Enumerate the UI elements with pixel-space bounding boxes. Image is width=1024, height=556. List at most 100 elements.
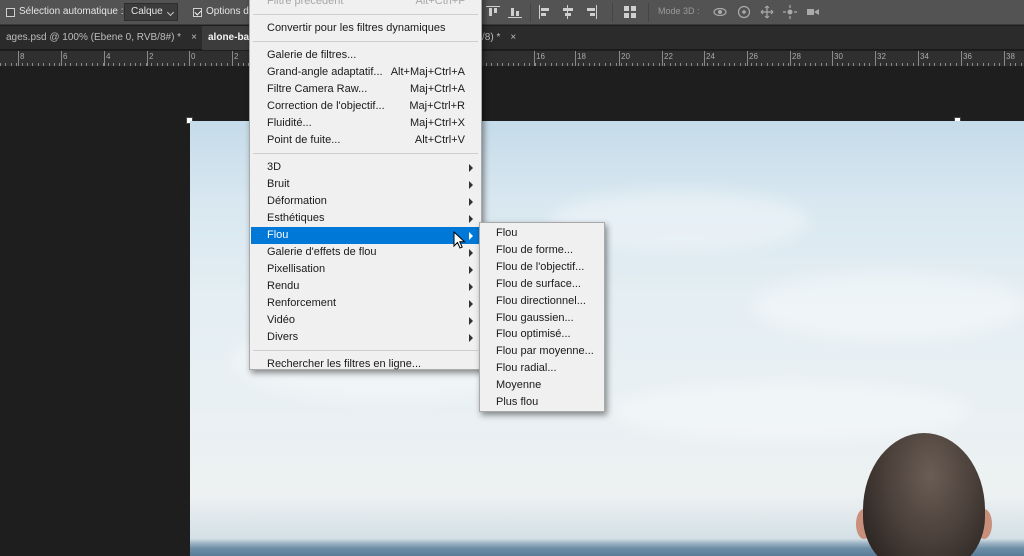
align-top-icon[interactable] [486,5,500,19]
ruler-tick [983,63,984,66]
ruler-tick [869,63,870,66]
submenu-item-flou-radial[interactable]: Flou radial... [481,360,603,377]
ruler-tick [599,63,600,66]
close-icon[interactable]: × [191,32,197,43]
menu-item-convertir-pour-les-filtres-dynamiques[interactable]: Convertir pour les filtres dynamiques [251,20,480,37]
menu-item-3d[interactable]: 3D [251,159,480,176]
menu-item-shortcut: Maj+Ctrl+A [409,83,465,95]
tab-label: /8) * [482,32,501,43]
ruler-tick [535,63,536,66]
submenu-item-label: Flou de surface... [496,277,581,290]
ruler-tick [135,63,136,66]
align-left-icon[interactable] [538,5,552,19]
ruler-tick [221,63,222,66]
menu-item-label: Galerie de filtres... [267,49,357,61]
toolbar-divider [648,3,649,22]
menu-item-label: Correction de l'objectif... [267,100,385,112]
menu-item-rechercher-les-filtres-en-ligne[interactable]: Rechercher les filtres en ligne... [251,356,480,373]
menu-item-fluidit[interactable]: Fluidité... Maj+Ctrl+X [251,115,480,132]
menu-item-label: Fluidité... [267,117,312,129]
ruler-major-tick [232,51,233,66]
submenu-item-label: Flou de l'objectif... [496,260,585,273]
menu-item-galerie-de-filtres[interactable]: Galerie de filtres... [251,47,480,64]
submenu-item-label: Flou radial... [496,362,557,375]
submenu-arrow-icon [469,300,473,308]
menu-item-pixellisation[interactable]: Pixellisation [251,261,480,278]
ruler-tick [0,63,1,66]
menu-item-vid-o[interactable]: Vidéo [251,312,480,329]
document-tab[interactable]: ages.psd @ 100% (Ebene 0, RVB/8#) * × [0,26,200,50]
close-icon[interactable]: × [510,32,516,43]
menu-item-divers[interactable]: Divers [251,329,480,346]
ruler-tick [637,63,638,66]
submenu-item-flou-gaussien[interactable]: Flou gaussien... [481,310,603,327]
ruler-tick [653,63,654,66]
ruler-tick [680,63,681,66]
ruler-tick [86,63,87,66]
menu-item-label: Point de fuite... [267,134,341,146]
ruler-tick [999,63,1000,66]
horizontal-ruler[interactable]: 8 6 4 2 0 2 16 18 20 22 24 26 28 30 32 34 36 38 [0,51,1024,67]
align-hcenter-icon[interactable] [561,5,575,19]
ruler-tick [788,63,789,66]
menu-item-correction-de-l-objectif[interactable]: Correction de l'objectif... Maj+Ctrl+R [251,98,480,115]
ruler-tick [718,63,719,66]
align-right-icon[interactable] [584,5,598,19]
ruler-tick [97,63,98,66]
submenu-item-moyenne[interactable]: Moyenne [481,377,603,394]
ruler-major-tick [832,51,833,66]
ruler-tick [205,63,206,66]
align-bottom-icon[interactable] [508,5,522,19]
scale-3d-icon[interactable] [806,5,820,19]
submenu-item-flou-de-forme[interactable]: Flou de forme... [481,242,603,259]
transform-options-checkbox[interactable] [193,8,202,17]
menu-item-point-de-fuite[interactable]: Point de fuite... Alt+Ctrl+V [251,132,480,149]
ruler-tick [551,63,552,66]
menu-item-label: Esthétiques [267,212,325,224]
ruler-major-tick [918,51,919,66]
menu-item-rendu[interactable]: Rendu [251,278,480,295]
menu-item-flou[interactable]: Flou [251,227,480,244]
menu-item-galerie-d-effets-de-flou[interactable]: Galerie d'effets de flou [251,244,480,261]
menu-item-filtre-camera-raw[interactable]: Filtre Camera Raw... Maj+Ctrl+A [251,81,480,98]
distribute-icon[interactable] [623,5,637,19]
submenu-item-flou-de-l-objectif[interactable]: Flou de l'objectif... [481,259,603,276]
ruler-tick [194,63,195,66]
submenu-item-flou[interactable]: Flou [481,225,603,242]
mode3d-label: Mode 3D : [658,6,700,16]
ruler-tick [524,63,525,66]
pan-3d-icon[interactable] [760,5,774,19]
ruler-tick [173,63,174,66]
menu-item-grand-angle-adaptatif[interactable]: Grand-angle adaptatif... Alt+Maj+Ctrl+A [251,64,480,81]
tab-label: ages.psd @ 100% (Ebene 0, RVB/8#) * [6,32,182,43]
orbit-3d-icon[interactable] [713,5,727,19]
menu-item-d-formation[interactable]: Déformation [251,193,480,210]
ruler-label: 26 [749,52,758,61]
ruler-tick [589,63,590,66]
blur-submenu: Flou Flou de forme... Flou de l'objectif..… [479,222,605,412]
submenu-item-flou-optimis[interactable]: Flou optimisé... [481,326,603,343]
ruler-tick [513,63,514,66]
layer-select-dropdown[interactable]: Calque [124,3,178,21]
submenu-item-plus-flou[interactable]: Plus flou [481,394,603,411]
ruler-label: 22 [664,52,673,61]
menu-item-filtre-pr-c-dent[interactable]: Filtre précédent Alt+Ctrl+F [251,0,480,10]
ruler-tick [815,63,816,66]
document-tab[interactable]: /8) * × [476,26,528,50]
submenu-item-flou-directionnel[interactable]: Flou directionnel... [481,293,603,310]
ruler-tick [211,63,212,66]
menu-item-bruit[interactable]: Bruit [251,176,480,193]
ruler-tick [11,63,12,66]
slide-3d-icon[interactable] [783,5,797,19]
ruler-tick [1015,63,1016,66]
submenu-item-flou-par-moyenne[interactable]: Flou par moyenne... [481,343,603,360]
submenu-item-flou-de-surface[interactable]: Flou de surface... [481,276,603,293]
menu-item-renforcement[interactable]: Renforcement [251,295,480,312]
submenu-item-label: Flou de forme... [496,243,574,256]
auto-select-checkbox[interactable] [6,8,15,17]
menu-item-label: Déformation [267,195,327,207]
ruler-tick [896,63,897,66]
menu-item-esth-tiques[interactable]: Esthétiques [251,210,480,227]
ruler-label: 28 [792,52,801,61]
roll-3d-icon[interactable] [737,5,751,19]
